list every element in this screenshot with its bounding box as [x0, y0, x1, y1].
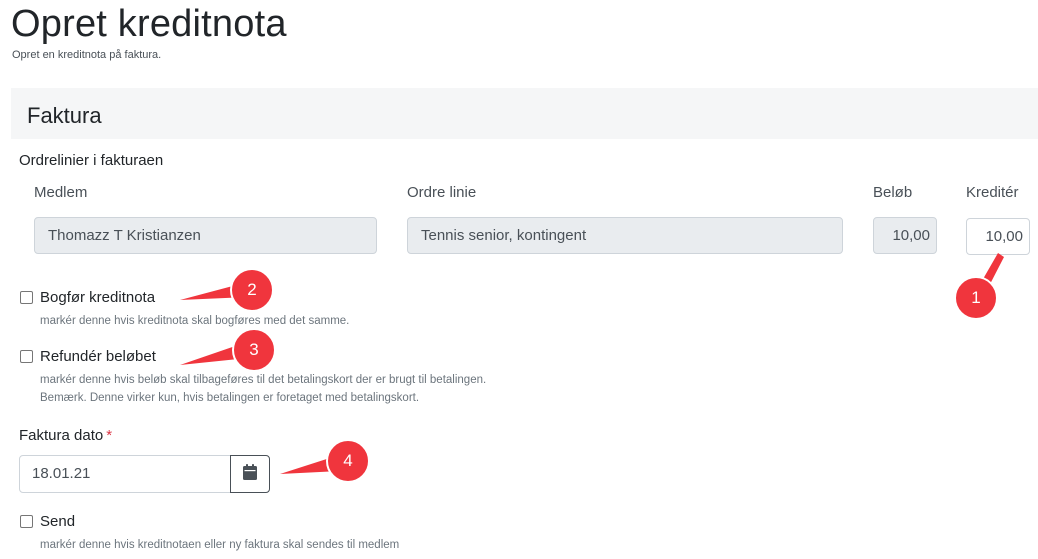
post-credit-note-checkbox[interactable] [20, 291, 33, 304]
invoice-date-label: Faktura dato * [19, 427, 112, 444]
column-header-credit: Kreditér [966, 184, 1019, 201]
refund-help-line-1: markér denne hvis beløb skal tilbageføre… [40, 374, 487, 386]
member-field: Thomazz T Kristianzen [34, 217, 377, 254]
callout-label-3: 3 [249, 340, 259, 359]
callout-label-2: 2 [247, 280, 257, 299]
send-help: markér denne hvis kreditnotaen eller ny … [40, 539, 400, 551]
credit-amount-input[interactable]: 10,00 [966, 218, 1030, 255]
invoice-date-label-text: Faktura dato [19, 427, 104, 444]
post-credit-note-label[interactable]: Bogfør kreditnota [40, 289, 155, 306]
send-checkbox[interactable] [20, 515, 33, 528]
post-credit-note-help: markér denne hvis kreditnota skal bogfør… [40, 315, 350, 327]
required-mark: * [106, 427, 113, 444]
column-header-member: Medlem [34, 184, 88, 201]
callout-label-1: 1 [971, 288, 981, 307]
order-line-field: Tennis senior, kontingent [407, 217, 843, 254]
column-header-order-line: Ordre linie [407, 184, 477, 201]
refund-amount-checkbox[interactable] [20, 350, 33, 363]
send-label[interactable]: Send [40, 513, 75, 530]
invoice-date-input[interactable]: 18.01.21 [19, 455, 231, 493]
amount-field: 10,00 [873, 217, 937, 254]
refund-help-line-2: Bemærk. Denne virker kun, hvis betalinge… [40, 392, 420, 404]
page-title: Opret kreditnota [11, 3, 287, 45]
column-header-amount: Beløb [873, 184, 913, 201]
refund-amount-label[interactable]: Refundér beløbet [40, 348, 156, 365]
calendar-button[interactable] [230, 455, 270, 493]
page-subtitle: Opret en kreditnota på faktura. [12, 49, 162, 61]
callout-label-4: 4 [343, 451, 353, 470]
calendar-icon [243, 463, 257, 485]
section-title: Faktura [27, 103, 102, 128]
section-header: Faktura [11, 88, 1038, 139]
order-lines-heading: Ordrelinier i fakturaen [19, 152, 164, 169]
